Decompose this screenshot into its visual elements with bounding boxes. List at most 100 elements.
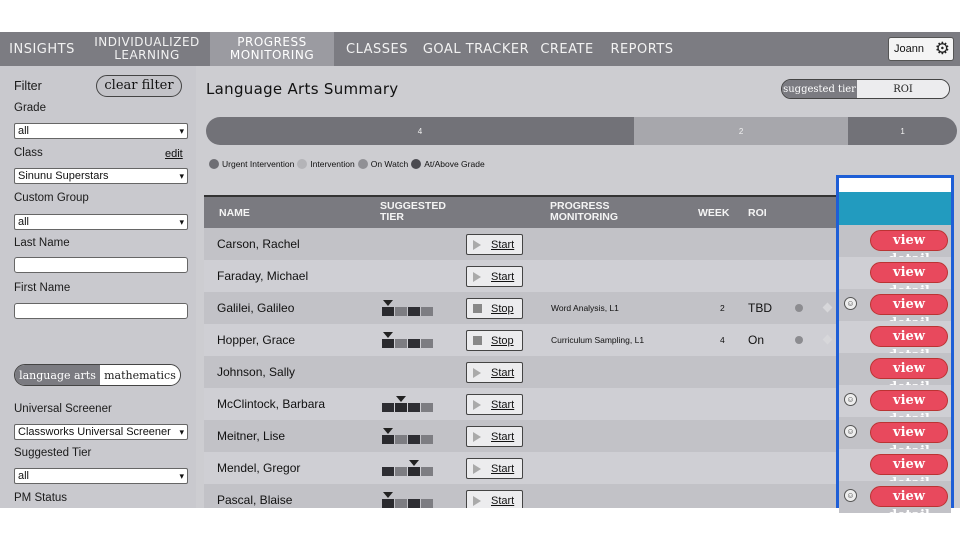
student-name[interactable]: Carson, Rachel [217,237,300,251]
subject-language-arts[interactable]: language arts [15,365,100,385]
nav-progress-monitoring[interactable]: PROGRESS MONITORING [210,32,334,66]
tier-marker-icon [383,428,393,434]
col-name[interactable]: NAME [219,208,250,219]
tier-block [395,307,407,316]
grade-select[interactable]: all ▾ [14,123,188,139]
badge-icon: ☺ [844,393,857,406]
view-detail-button[interactable]: view detail [870,422,948,459]
nav-insights[interactable]: INSIGHTS [0,32,84,66]
view-detail-column: view detailview detail☺view detailview d… [836,175,954,523]
toggle-roi[interactable]: ROI [857,80,949,98]
view-detail-button[interactable]: view detail [870,486,948,523]
table-row: Hopper, Grace Stop Curriculum Sampling, L1… [204,324,840,356]
pm-action-label: Stop [491,335,514,347]
class-select-value: Sinunu Superstars [18,170,109,182]
view-detail-button[interactable]: view detail [870,230,948,267]
student-name[interactable]: Galilei, Galileo [217,301,294,315]
status-dot-icon [795,304,803,312]
start-button[interactable]: Start [466,458,523,479]
tier-bar-segment: 2 [634,117,849,145]
subject-toggle: language arts mathematics [14,364,181,386]
student-name[interactable]: Pascal, Blaise [217,493,292,507]
table-row: McClintock, Barbara Start [204,388,840,420]
pm-action-label: Start [491,239,515,251]
universal-screener-select[interactable]: Classworks Universal Screener ▾ [14,424,188,440]
student-name[interactable]: McClintock, Barbara [217,397,325,411]
nav-classes[interactable]: CLASSES [334,32,420,66]
student-name[interactable]: Meitner, Lise [217,429,285,443]
student-name[interactable]: Johnson, Sally [217,365,295,379]
student-name[interactable]: Mendel, Gregor [217,461,300,475]
stop-button[interactable]: Stop [466,298,523,319]
chevron-down-icon: ▾ [179,471,184,481]
toggle-suggested-tier[interactable]: suggested tier [782,80,858,98]
nav-goal-tracker[interactable]: GOAL TRACKER [420,32,532,66]
tier-block [408,467,420,476]
clear-filter-button[interactable]: clear filter [96,75,182,97]
view-detail-button[interactable]: view detail [870,358,948,395]
page-title: Language Arts Summary [206,80,399,98]
legend-label: At/Above Grade [424,159,485,169]
tier-block [395,435,407,444]
chevron-down-icon: ▾ [179,126,184,136]
view-detail-button[interactable]: view detail [870,390,948,427]
stop-button[interactable]: Stop [466,330,523,351]
student-name[interactable]: Hopper, Grace [217,333,295,347]
legend-label: On Watch [370,159,409,169]
view-detail-row: ☺ view detail [839,385,951,427]
gear-icon: ⚙ [934,39,950,58]
first-name-input[interactable] [14,303,188,319]
view-detail-button[interactable]: view detail [870,294,948,331]
start-button[interactable]: Start [466,234,523,255]
class-select[interactable]: Sinunu Superstars ▾ [14,168,188,184]
suggested-tier-select[interactable]: all ▾ [14,468,188,484]
tier-marker-icon [383,300,393,306]
legend-swatch [209,159,219,169]
column-spacer [839,178,951,192]
pm-action-label: Start [491,367,515,379]
start-button[interactable]: Start [466,362,523,383]
tier-marker-icon [409,460,419,466]
subject-mathematics[interactable]: mathematics [99,365,180,385]
grade-select-value: all [18,125,30,137]
table-row: Johnson, Sally Start [204,356,840,388]
universal-screener-value: Classworks Universal Screener [18,426,171,438]
user-menu-button[interactable]: Joann ⚙ [888,37,954,61]
status-dot-icon [795,336,803,344]
col-week: WEEK [698,207,730,219]
tier-block [382,307,394,316]
tier-bar-segment: 1 [848,117,957,145]
start-button[interactable]: Start [466,426,523,447]
tier-bar-segment: 4 [206,117,635,145]
first-name-label: First Name [14,282,71,294]
start-button[interactable]: Start [466,490,523,508]
tier-block [408,403,420,412]
start-button[interactable]: Start [466,266,523,287]
nav-create[interactable]: CREATE [532,32,602,66]
view-detail-row: view detail [839,449,951,491]
chevron-down-icon: ▾ [179,427,184,437]
filter-sidebar: Filter clear filter Grade all ▾ Class edi… [0,66,196,508]
tier-block [408,307,420,316]
table-header: NAME SUGGESTED TIER PROGRESS MONITORING WE… [204,195,840,228]
table-row: Meitner, Lise Start [204,420,840,452]
last-name-input[interactable] [14,257,188,273]
diamond-icon [822,302,833,313]
col-suggested-tier: SUGGESTED TIER [380,200,446,223]
roi-value: TBD [748,301,772,315]
view-detail-button[interactable]: view detail [870,326,948,363]
view-detail-row: view detail [839,353,951,395]
pm-assessment: Curriculum Sampling, L1 [551,335,645,345]
chevron-down-icon: ▾ [179,171,184,181]
filter-label: Filter [14,79,42,93]
start-button[interactable]: Start [466,394,523,415]
pm-action-label: Start [491,495,515,507]
tier-indicator [382,396,434,412]
view-detail-button[interactable]: view detail [870,454,948,491]
view-detail-button[interactable]: view detail [870,262,948,299]
nav-individualized-learning[interactable]: INDIVIDUALIZED LEARNING [84,32,210,66]
class-edit-link[interactable]: edit [165,148,183,160]
nav-reports[interactable]: REPORTS [602,32,682,66]
student-name[interactable]: Faraday, Michael [217,269,308,283]
custom-group-select[interactable]: all ▾ [14,214,188,230]
